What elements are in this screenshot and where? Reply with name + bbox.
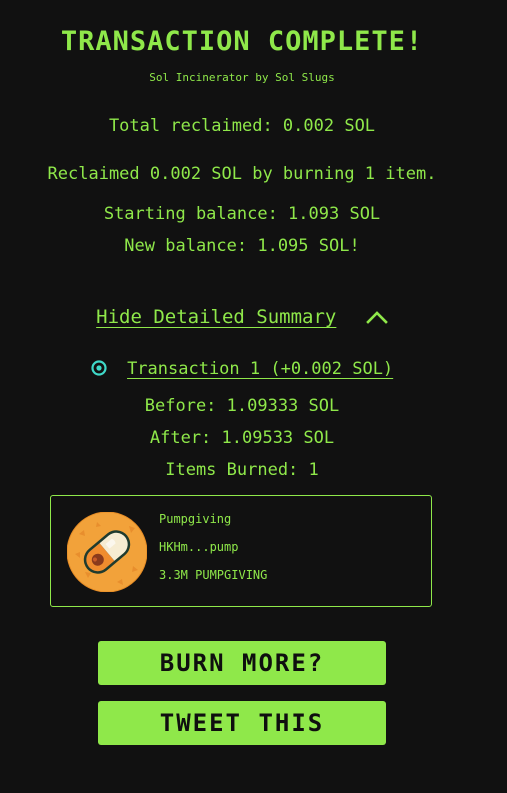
tweet-this-button[interactable]: TWEET THIS bbox=[98, 701, 386, 745]
transaction-link[interactable]: Transaction 1 (+0.002 SOL) bbox=[127, 359, 393, 379]
detailed-summary-toggle-label[interactable]: Hide Detailed Summary bbox=[96, 306, 336, 328]
new-balance: New balance: 1.095 SOL! bbox=[124, 236, 360, 256]
transaction-before: Before: 1.09333 SOL bbox=[144, 396, 340, 416]
token-image bbox=[66, 511, 148, 593]
page-title: TRANSACTION COMPLETE! bbox=[60, 26, 424, 57]
total-reclaimed: Total reclaimed: 0.002 SOL bbox=[108, 116, 376, 136]
transaction-after: After: 1.09533 SOL bbox=[149, 428, 335, 448]
token-amount: 3.3M PUMPGIVING bbox=[159, 568, 268, 582]
starting-balance: Starting balance: 1.093 SOL bbox=[103, 204, 381, 224]
burned-item-card: Pumpgiving HKHm...pump 3.3M PUMPGIVING bbox=[50, 495, 432, 607]
page-subtitle: Sol Incinerator by Sol Slugs bbox=[149, 71, 335, 84]
items-burned: Items Burned: 1 bbox=[165, 460, 319, 480]
detailed-summary-toggle[interactable]: Hide Detailed Summary bbox=[0, 306, 484, 329]
transaction-status-dot-icon bbox=[91, 360, 107, 376]
burn-more-button[interactable]: BURN MORE? bbox=[98, 641, 386, 685]
transaction-row: Transaction 1 (+0.002 SOL) bbox=[0, 359, 484, 379]
chevron-up-icon[interactable] bbox=[365, 307, 388, 329]
reclaimed-message: Reclaimed 0.002 SOL by burning 1 item. bbox=[47, 164, 437, 184]
token-name: Pumpgiving bbox=[159, 512, 232, 526]
token-address: HKHm...pump bbox=[159, 540, 239, 554]
